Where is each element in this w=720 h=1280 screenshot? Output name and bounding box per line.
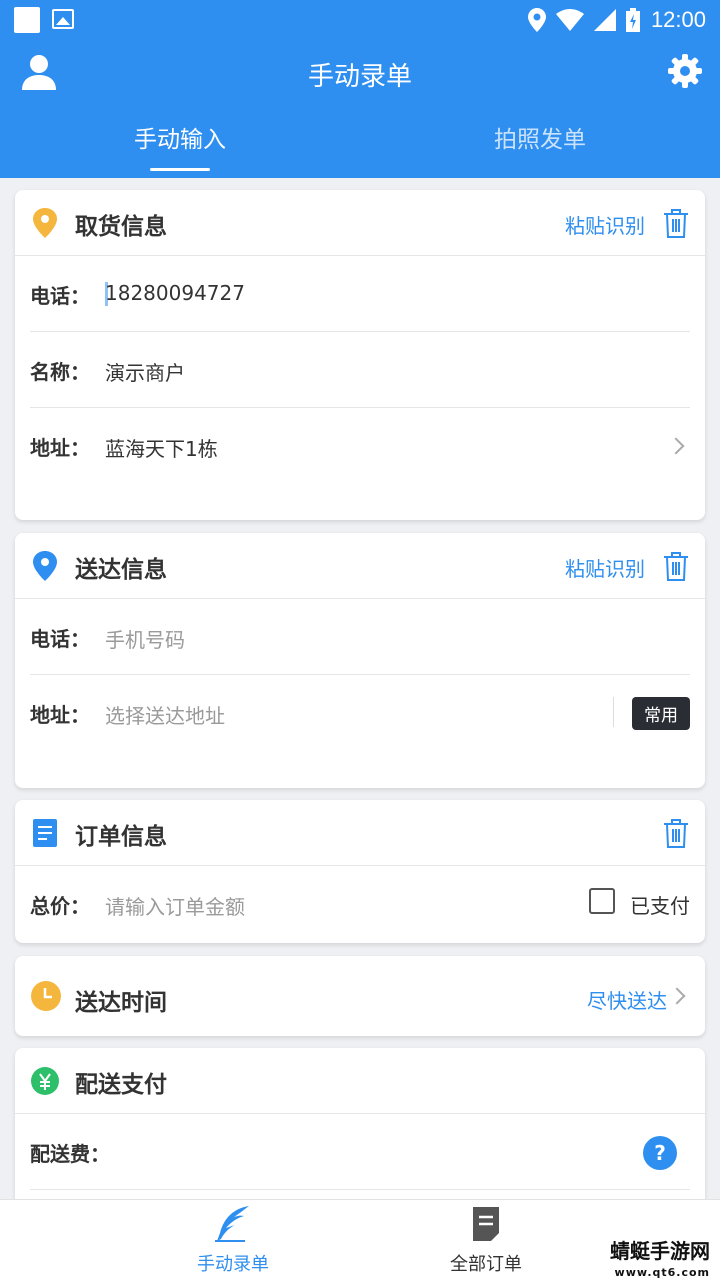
- order-total-row[interactable]: 总价： 请输入订单金额 已支付: [30, 866, 690, 942]
- tab-manual-input[interactable]: 手动输入: [0, 120, 360, 178]
- paid-label: 已支付: [630, 894, 690, 918]
- name-label: 名称：: [30, 360, 90, 384]
- location-icon: [528, 8, 546, 32]
- order-header: 订单信息: [15, 800, 705, 866]
- pickup-paste-button[interactable]: 粘贴识别: [565, 210, 645, 239]
- order-info-card: 订单信息 总价： 请输入订单金额 已支付: [15, 800, 705, 943]
- trash-icon[interactable]: [663, 551, 689, 581]
- pickup-name-field[interactable]: 演示商户: [105, 357, 185, 386]
- pickup-address-field[interactable]: 蓝海天下1栋: [105, 433, 218, 462]
- battery-icon: [626, 8, 640, 32]
- delivery-address-field[interactable]: 选择送达地址: [105, 700, 225, 729]
- address-label: 地址：: [30, 436, 90, 460]
- trash-icon[interactable]: [663, 818, 689, 848]
- tab-label: 拍照发单: [494, 127, 586, 153]
- document-icon: [33, 819, 57, 847]
- payment-title: 配送支付: [75, 1072, 167, 1098]
- pickup-pin-icon: [33, 208, 57, 238]
- signal-icon: [594, 9, 616, 31]
- delivery-payment-card: 配送支付 配送费： ?: [15, 1048, 705, 1218]
- status-icons: [528, 8, 640, 32]
- image-notification-icon: [52, 9, 74, 29]
- watermark-title: 蜻蜓手游网: [610, 1239, 710, 1263]
- paid-checkbox[interactable]: [589, 888, 615, 914]
- common-address-button[interactable]: 常用: [632, 697, 690, 730]
- app-bar: 手动录单 手动输入 拍照发单: [0, 40, 720, 178]
- delivery-pin-icon: [33, 551, 57, 581]
- pickup-title: 取货信息: [75, 214, 167, 240]
- nav-manual-order[interactable]: 手动录单: [143, 1200, 323, 1280]
- address-label: 地址：: [30, 703, 90, 727]
- pickup-header: 取货信息 粘贴识别: [15, 190, 705, 256]
- phone-label: 电话：: [30, 284, 90, 308]
- pickup-info-card: 取货信息 粘贴识别 电话： 18280094727 名称： 演示商户 地址： 蓝…: [15, 190, 705, 520]
- nav-label: 手动录单: [197, 1254, 269, 1275]
- delivery-address-row[interactable]: 地址： 选择送达地址 常用: [30, 675, 690, 751]
- pickup-name-row[interactable]: 名称： 演示商户: [30, 332, 690, 408]
- wifi-icon: [556, 9, 584, 31]
- watermark: 蜻蜓手游网 www.qt6.com: [610, 1240, 710, 1280]
- tab-bar: 手动输入 拍照发单: [0, 120, 720, 178]
- delivery-phone-field[interactable]: 手机号码: [105, 624, 185, 653]
- clock: 12:00: [650, 7, 706, 32]
- pickup-phone-row[interactable]: 电话： 18280094727: [30, 256, 690, 332]
- divider: [613, 697, 614, 727]
- pickup-address-row[interactable]: 地址： 蓝海天下1栋: [30, 408, 690, 484]
- tab-photo-order[interactable]: 拍照发单: [360, 120, 720, 178]
- delivery-paste-button[interactable]: 粘贴识别: [565, 553, 645, 582]
- status-bar: 12:00: [0, 0, 720, 40]
- notification-icon: [14, 7, 40, 33]
- delivery-header: 送达信息 粘贴识别: [15, 533, 705, 599]
- trash-icon[interactable]: [663, 208, 689, 238]
- delivery-time-card[interactable]: 送达时间 尽快送达: [15, 956, 705, 1036]
- delivery-fee-row: 配送费： ?: [30, 1114, 690, 1190]
- total-label: 总价：: [30, 894, 90, 918]
- delivery-time-value[interactable]: 尽快送达: [587, 985, 667, 1014]
- fee-label: 配送费：: [30, 1142, 110, 1166]
- page-title: 手动录单: [307, 62, 412, 92]
- payment-header: 配送支付: [15, 1048, 705, 1114]
- nav-all-orders[interactable]: 全部订单: [396, 1200, 576, 1280]
- chevron-right-icon: [668, 987, 686, 1005]
- delivery-title: 送达信息: [75, 557, 167, 583]
- nav-label: 全部订单: [450, 1254, 522, 1275]
- feather-icon: [215, 1206, 249, 1242]
- delivery-phone-row[interactable]: 电话： 手机号码: [30, 599, 690, 675]
- yuan-icon: [31, 1067, 59, 1095]
- delivery-time-title: 送达时间: [75, 990, 167, 1016]
- clock-icon: [31, 981, 61, 1011]
- active-tab-indicator: [150, 168, 210, 171]
- phone-label: 电话：: [30, 627, 90, 651]
- chevron-right-icon: [667, 437, 685, 455]
- order-list-icon: [473, 1207, 499, 1241]
- delivery-info-card: 送达信息 粘贴识别 电话： 手机号码 地址： 选择送达地址 常用: [15, 533, 705, 788]
- tab-label: 手动输入: [134, 127, 226, 153]
- watermark-url: www.qt6.com: [614, 1266, 710, 1279]
- gear-icon[interactable]: [668, 54, 702, 88]
- order-amount-field[interactable]: 请输入订单金额: [105, 891, 245, 920]
- order-title: 订单信息: [75, 824, 167, 850]
- pickup-phone-field[interactable]: 18280094727: [105, 281, 245, 305]
- help-icon[interactable]: ?: [643, 1136, 677, 1170]
